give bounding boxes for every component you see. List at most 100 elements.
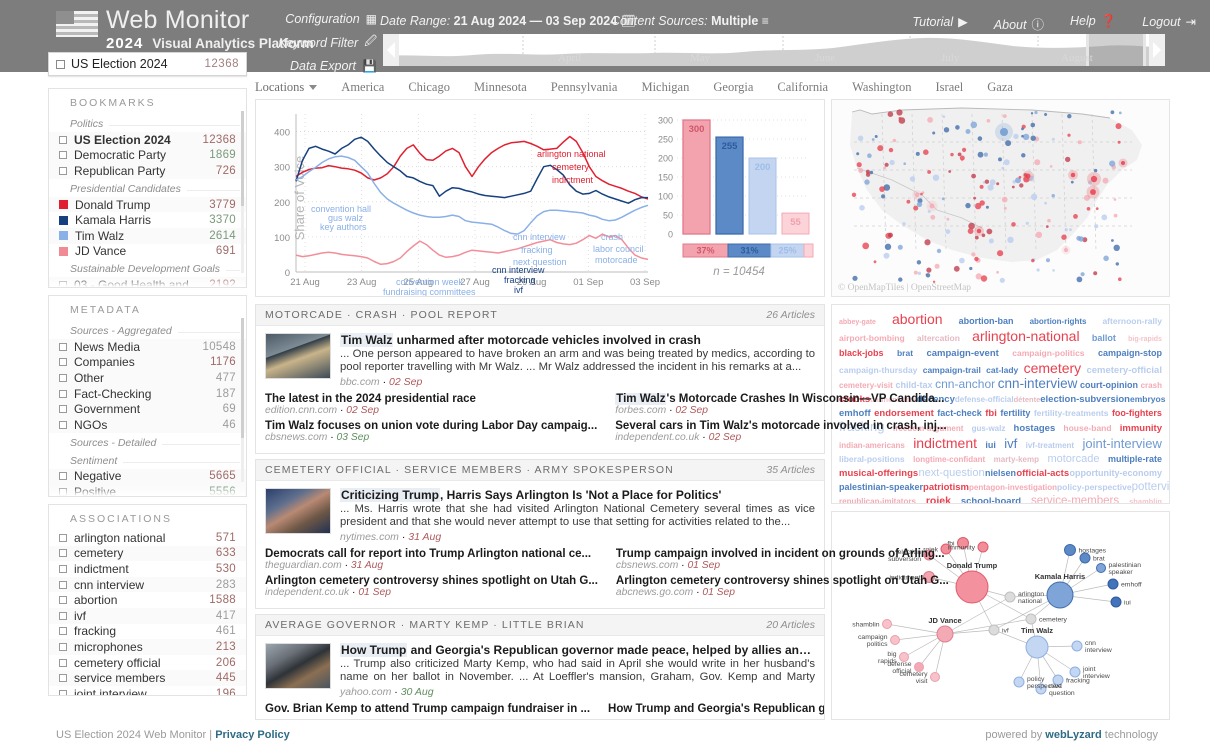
lead-article-title[interactable]: Tim Walz unharmed after motorcade vehicl… (340, 333, 815, 347)
word-cloud-term[interactable]: cnn-anchor (935, 378, 995, 391)
word-cloud-term[interactable]: cnn-interview (998, 377, 1078, 391)
article-item[interactable]: Trump campaign involved in incident on g… (616, 548, 949, 571)
article-item[interactable]: How Trump and Georgia's Republican gover… (608, 703, 824, 715)
association-item-fracking[interactable]: fracking 461 (49, 624, 246, 640)
word-cloud-term[interactable]: policy-perspective (1057, 481, 1132, 494)
word-cloud-term[interactable]: brat (897, 347, 913, 360)
word-cloud-term[interactable]: potterville (1132, 481, 1169, 494)
word-cloud-term[interactable]: cat-lady (986, 364, 1018, 377)
word-cloud-term[interactable]: child-tax (895, 379, 932, 392)
word-cloud-term[interactable]: school-board (961, 496, 1021, 503)
tutorial-link[interactable]: Tutorial ▶ (912, 14, 967, 33)
word-cloud-term[interactable]: campaign-thursday (839, 364, 917, 377)
word-cloud-term[interactable]: altercation (917, 332, 960, 345)
word-cloud-term[interactable]: multiple-rate (1108, 453, 1162, 466)
item-checkbox[interactable] (59, 533, 67, 542)
sidebar-item-us-election-2024[interactable]: US Election 2024 12368 (49, 132, 246, 148)
item-checkbox[interactable] (59, 689, 67, 695)
word-cloud-term[interactable]: joint-interview (1082, 437, 1161, 451)
word-cloud-term[interactable]: fertility-treatments (1034, 407, 1109, 420)
word-cloud-term[interactable]: airport-bombing (839, 332, 905, 345)
tab-israel[interactable]: Israel (936, 80, 964, 95)
word-cloud-term[interactable]: cemetery-visit (839, 380, 893, 393)
item-checkbox[interactable] (59, 373, 67, 382)
bookmarks-scrollbar[interactable] (241, 111, 244, 273)
item-checkbox[interactable] (59, 596, 67, 605)
sidebar-item-other[interactable]: Other 477 (49, 370, 246, 386)
article-title[interactable]: Arlington cemetery controversy shines sp… (616, 575, 949, 587)
word-cloud-term[interactable]: defense-official (955, 394, 1014, 407)
geographic-map[interactable]: © OpenMapTiles | OpenStreetMap (831, 99, 1170, 297)
article-thumbnail[interactable] (265, 488, 331, 534)
association-item-ivf[interactable]: ivf 417 (49, 607, 246, 624)
word-cloud-term[interactable]: republican-imitators (839, 496, 916, 503)
word-cloud-term[interactable]: abbey-gate (839, 317, 876, 330)
word-cloud-term[interactable]: immunity (1120, 423, 1162, 436)
date-range-control[interactable]: Date Range: 21 Aug 2024 — 03 Sep 2024 🗓 (380, 14, 636, 28)
article-title[interactable]: How Trump and Georgia's Republican gover… (608, 703, 824, 715)
word-cloud-term[interactable]: campaign-trail (923, 364, 981, 377)
word-cloud-term[interactable]: campaign-event (926, 348, 998, 361)
word-cloud-term[interactable]: opportunity-economy (1069, 467, 1162, 480)
association-item-cemetery[interactable]: cemetery 633 (49, 545, 246, 562)
tab-michigan[interactable]: Michigan (641, 80, 689, 95)
article-title[interactable]: Arlington cemetery controversy shines sp… (265, 575, 598, 587)
layers-icon[interactable]: ≡ (762, 14, 769, 28)
word-cloud-term[interactable]: ballot (1092, 332, 1116, 345)
about-link[interactable]: About ⓘ (994, 14, 1044, 33)
word-cloud-term[interactable]: liberal-positions (839, 453, 905, 466)
word-cloud-term[interactable]: crash (1141, 380, 1162, 393)
tab-washington[interactable]: Washington (852, 80, 911, 95)
sidebar-item-negative[interactable]: Negative 5665 (49, 468, 246, 485)
tab-pennsylvania[interactable]: Pennsylvania (551, 80, 618, 95)
item-checkbox[interactable] (59, 580, 67, 589)
privacy-policy-link[interactable]: Privacy Policy (215, 729, 290, 741)
word-cloud-term[interactable]: abortion-ban (959, 315, 1014, 328)
item-checkbox[interactable] (59, 342, 67, 351)
item-checkbox[interactable] (59, 611, 67, 620)
help-link[interactable]: Help ❓ (1070, 14, 1116, 33)
item-checkbox[interactable] (59, 642, 67, 651)
article-title[interactable]: Several cars in Tim Walz's motorcade inv… (615, 420, 946, 432)
word-cloud-term[interactable]: nielsen (985, 467, 1016, 480)
word-cloud-term[interactable]: fbi (985, 408, 997, 421)
sidebar-item-fact-checking[interactable]: Fact-Checking 187 (49, 385, 246, 402)
content-sources-control[interactable]: Content Sources: Multiple ≡ (611, 14, 769, 28)
word-cloud-term[interactable]: longtime-confidant (913, 454, 985, 467)
tab-locations[interactable]: Locations (255, 80, 318, 95)
article-item[interactable]: Arlington cemetery controversy shines sp… (265, 575, 598, 598)
sidebar-item-donald-trump[interactable]: Donald Trump 3779 (49, 196, 246, 213)
article-item[interactable]: Gov. Brian Kemp to attend Trump campaign… (265, 703, 590, 715)
article-title[interactable]: The latest in the 2024 presidential race (265, 393, 597, 405)
association-item-service-members[interactable]: service members 445 (49, 670, 246, 686)
item-checkbox[interactable] (59, 658, 67, 667)
article-item[interactable]: Democrats call for report into Trump Arl… (265, 548, 598, 571)
item-checkbox[interactable] (59, 389, 67, 398)
search-checkbox[interactable] (56, 59, 65, 69)
association-item-cemetery-official[interactable]: cemetery official 206 (49, 655, 246, 671)
sidebar-item-democratic-party[interactable]: Democratic Party 1869 (49, 147, 246, 164)
word-cloud-term[interactable]: abortion-rights (1030, 316, 1087, 329)
word-cloud-term[interactable]: ivf (1004, 437, 1017, 451)
article-title[interactable]: Tim Walz's Motorcade Crashes In Wisconsi… (615, 392, 946, 405)
lead-article-title[interactable]: How Trump and Georgia's Republican gover… (340, 643, 815, 657)
word-cloud-term[interactable]: campaign-politics (1012, 347, 1084, 360)
lead-article[interactable]: Tim Walz unharmed after motorcade vehicl… (265, 333, 815, 388)
article-title[interactable]: Gov. Brian Kemp to attend Trump campaign… (265, 703, 590, 715)
word-cloud-term[interactable]: black-jobs (839, 347, 884, 360)
word-cloud-term[interactable]: big-rapids (1128, 334, 1162, 347)
timeline-next-button[interactable] (1149, 34, 1165, 66)
word-cloud-term[interactable]: marty-kemp (994, 454, 1039, 467)
timeline-prev-button[interactable] (383, 34, 399, 66)
item-checkbox[interactable] (59, 151, 67, 160)
lead-article[interactable]: Criticizing Trump, Harris Says Arlington… (265, 488, 815, 543)
item-checkbox[interactable] (59, 358, 67, 367)
word-cloud-term[interactable]: foo-fighters (1112, 407, 1162, 420)
item-checkbox[interactable] (59, 549, 67, 558)
menu-configuration[interactable]: Configuration ▦ (277, 12, 377, 26)
association-item-microphones[interactable]: microphones 213 (49, 639, 246, 655)
tab-chicago[interactable]: Chicago (408, 80, 450, 95)
tab-georgia[interactable]: Georgia (713, 80, 753, 95)
menu-data-export[interactable]: Data Export 💾 (277, 59, 377, 73)
candidate-bar-chart[interactable]: 300 250 200 150 100 50 0 300 255 200 55 37% 31% 25% n … (651, 108, 826, 293)
